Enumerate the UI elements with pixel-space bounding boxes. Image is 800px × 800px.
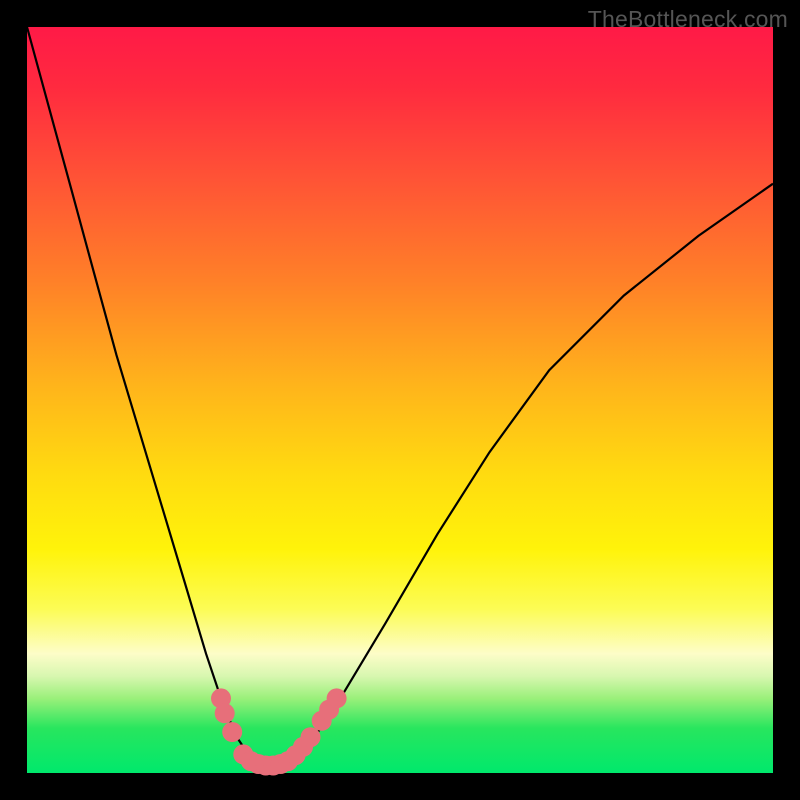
bottleneck-chart — [27, 27, 773, 773]
highlight-point — [327, 688, 347, 708]
highlight-point — [215, 703, 235, 723]
highlight-markers — [211, 688, 347, 775]
bottleneck-curve-line — [27, 27, 773, 766]
highlight-point — [301, 727, 321, 747]
highlight-point — [222, 722, 242, 742]
